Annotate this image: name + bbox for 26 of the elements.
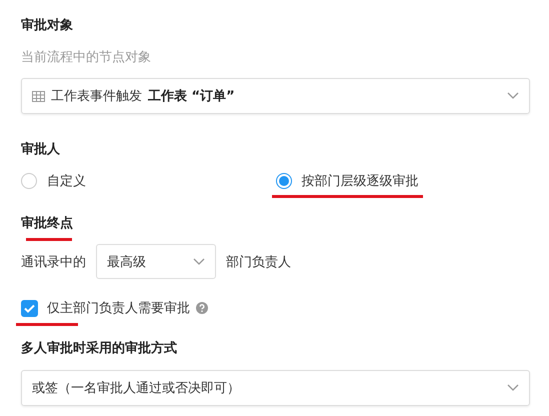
level-select[interactable]: 最高级 xyxy=(96,244,216,279)
chevron-down-icon xyxy=(507,92,519,100)
section-title: 审批终点 xyxy=(21,216,73,231)
section-title: 多人审批时采用的审批方式 xyxy=(21,340,177,357)
method-select[interactable]: 或签（一名审批人通过或否决即可） xyxy=(21,370,530,406)
radio-label[interactable]: 按部门层级逐级审批 xyxy=(302,172,418,190)
check-icon xyxy=(24,304,35,312)
radio-button[interactable] xyxy=(276,173,292,189)
help-icon[interactable] xyxy=(196,302,208,314)
checkbox[interactable] xyxy=(21,300,38,316)
section-title: 审批人 xyxy=(21,140,60,158)
row-label: 部门负责人 xyxy=(226,254,291,270)
table-icon xyxy=(32,90,45,102)
chevron-down-icon xyxy=(193,258,205,266)
radio-button[interactable] xyxy=(21,173,37,189)
row-label: 通讯录中的 xyxy=(21,254,86,270)
chevron-down-icon xyxy=(507,384,519,392)
worksheet-label: 工作表 “订单” xyxy=(148,88,235,105)
checkbox-label[interactable]: 仅主部门负责人需要审批 xyxy=(47,299,190,317)
section-subtitle: 当前流程中的节点对象 xyxy=(21,49,152,66)
trigger-label: 工作表事件触发 xyxy=(51,88,142,105)
level-value: 最高级 xyxy=(107,254,147,270)
method-value: 或签（一名审批人通过或否决即可） xyxy=(32,380,241,397)
radio-label[interactable]: 自定义 xyxy=(47,172,86,190)
section-title: 审批对象 xyxy=(21,16,73,34)
object-select[interactable]: 工作表事件触发 工作表 “订单” xyxy=(21,78,530,114)
